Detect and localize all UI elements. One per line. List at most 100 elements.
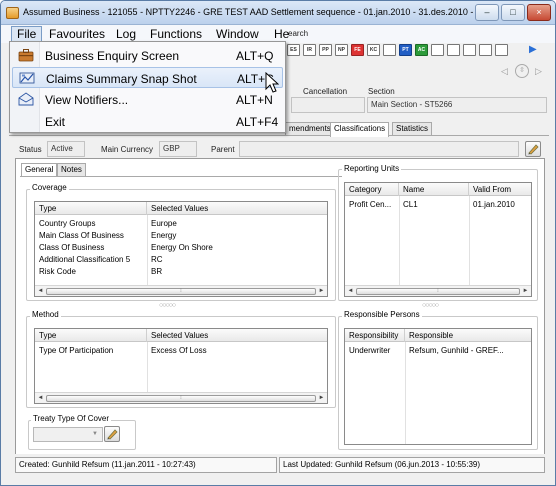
right-splitter-grip[interactable]: ○○○○○ [422,302,439,309]
menu-favourites[interactable]: Favourites [44,26,110,42]
tab-amendments[interactable]: mendments [285,122,335,136]
toolbar-np-button[interactable]: NP [335,44,348,56]
scroll-right-icon[interactable]: ► [521,287,530,296]
scroll-left-icon[interactable]: ◄ [36,394,45,403]
table-row[interactable]: Main Class Of Business Energy [35,230,327,242]
main-currency-label: Main Currency [101,145,154,154]
method-col-values[interactable]: Selected Values [147,329,327,342]
chevron-down-icon[interactable]: ▼ [92,431,98,437]
menu-item-exit[interactable]: Exit ALT+F4 [12,111,283,132]
coverage-hscrollbar[interactable]: ◄ ⁞ ► [35,285,327,296]
close-button[interactable]: × [527,4,551,21]
responsible-persons-grid[interactable]: Responsibility Responsible Underwriter R… [344,328,532,445]
pencil-icon [107,429,118,440]
left-splitter-grip[interactable]: ○○○○○ [159,302,176,309]
menu-item-business-enquiry[interactable]: Business Enquiry Screen ALT+Q [12,45,283,66]
table-row[interactable]: Profit Cen... CL1 01.jan.2010 [345,199,531,211]
nav-next-icon[interactable]: ▷ [535,66,542,77]
toolbar-ir-button[interactable]: IR [303,44,316,56]
created-info: Created: Gunhild Refsum (11.jan.2011 - 1… [15,457,277,473]
scroll-thumb[interactable]: ⁞ [46,395,316,402]
scroll-left-icon[interactable]: ◄ [346,287,355,296]
menu-item-shortcut: ALT+F4 [236,115,279,129]
method-col-type[interactable]: Type [35,329,147,342]
table-row[interactable]: Underwriter Refsum, Gunhild - GREF... [345,345,531,357]
coverage-col-values[interactable]: Selected Values [147,202,327,215]
coverage-type-cell: Risk Code [39,267,76,276]
table-row[interactable]: Class Of Business Energy On Shore [35,242,327,254]
ru-hscrollbar[interactable]: ◄ ⁞ ► [345,285,531,296]
table-row[interactable]: Additional Classification 5 RC [35,254,327,266]
toolbar-ac-button[interactable]: AC [415,44,428,56]
table-row[interactable]: Risk Code BR [35,266,327,278]
toolbar-pt-button[interactable]: PT [399,44,412,56]
coverage-grid[interactable]: Type Selected Values Country Groups Euro… [34,201,328,297]
cancellation-field [291,97,365,113]
table-row[interactable]: Type Of Participation Excess Of Loss [35,345,327,357]
footer: Created: Gunhild Refsum (11.jan.2011 - 1… [1,454,555,485]
toolbar-es-button[interactable]: ES [287,44,300,56]
toolbar-doc-icon-2[interactable] [447,44,460,56]
menu-item-view-notifiers[interactable]: View Notifiers... ALT+N [12,89,283,110]
search-label[interactable]: earch [288,29,308,38]
rp-responsible-cell: Refsum, Gunhild - GREF... [409,346,504,355]
table-row[interactable]: Country Groups Europe [35,218,327,230]
reporting-units-header: Category Name Valid From [345,183,531,196]
scroll-right-icon[interactable]: ► [317,287,326,296]
ru-name-cell: CL1 [403,200,418,209]
status-label: Status [19,145,42,154]
window-title: Assumed Business - 121055 - NPTTY2246 - … [23,7,496,17]
menu-item-shortcut: ALT+N [236,93,273,107]
scroll-thumb[interactable]: ⁞ [356,288,520,295]
coverage-grid-header: Type Selected Values [35,202,327,215]
method-grid[interactable]: Type Selected Values Type Of Participati… [34,328,328,404]
toolbar-doc-icon-5[interactable] [495,44,508,56]
menu-item-label: View Notifiers... [45,93,129,107]
reporting-units-grid[interactable]: Category Name Valid From Profit Cen... C… [344,182,532,297]
menu-log[interactable]: Log [111,26,141,42]
toolbar-fe-button[interactable]: FE [351,44,364,56]
scroll-left-icon[interactable]: ◄ [36,287,45,296]
title-bar[interactable]: Assumed Business - 121055 - NPTTY2246 - … [1,1,555,25]
menu-functions[interactable]: Functions [145,26,207,42]
tab-statistics[interactable]: Statistics [392,122,433,136]
mouse-cursor-icon [265,72,279,93]
toolbar-play-icon[interactable]: ▶ [529,44,537,55]
coverage-col-type[interactable]: Type [35,202,147,215]
scroll-thumb[interactable]: ⁞ [46,288,316,295]
tab-general[interactable]: General [21,163,58,176]
edit-treaty-type-button[interactable] [104,426,120,442]
menu-item-label: Claims Summary Snap Shot [46,72,197,86]
coverage-title: Coverage [30,183,69,192]
nav-prev-icon[interactable]: ◁ [501,66,508,77]
maximize-button[interactable]: □ [501,4,525,21]
tab-classifications[interactable]: Classifications [330,122,390,137]
menu-window[interactable]: Window [211,26,264,42]
toolbar-pp-button[interactable]: PP [319,44,332,56]
ru-col-category[interactable]: Category [345,183,399,196]
pencil-icon [528,144,539,155]
menu-file[interactable]: File [11,26,43,42]
coverage-type-cell: Additional Classification 5 [39,255,131,264]
parent-field [239,141,519,157]
ru-col-name[interactable]: Name [399,183,469,196]
edit-parent-button[interactable] [525,141,541,157]
rp-col-responsibility[interactable]: Responsibility [345,329,405,342]
minimize-button[interactable]: – [475,4,499,21]
status-row: Status Active Main Currency GBP Parent [1,139,555,159]
toolbar-users-icon[interactable] [383,44,396,56]
nav-updown-icon[interactable]: ⇳ [515,64,529,78]
scroll-right-icon[interactable]: ► [317,394,326,403]
tab-notes[interactable]: Notes [57,163,86,176]
ru-col-valid-from[interactable]: Valid From [469,183,531,196]
toolbar-doc-icon-4[interactable] [479,44,492,56]
menu-item-label: Exit [45,115,66,129]
rp-col-responsible[interactable]: Responsible [405,329,531,342]
toolbar-doc-icon-1[interactable] [431,44,444,56]
toolbar-doc-icon-3[interactable] [463,44,476,56]
menu-item-claims-snapshot[interactable]: Claims Summary Snap Shot ALT+C [12,67,283,88]
coverage-type-cell: Class Of Business [39,243,105,252]
toolbar-kc-button[interactable]: KC [367,44,380,56]
responsible-persons-title: Responsible Persons [342,310,422,319]
method-hscrollbar[interactable]: ◄ ⁞ ► [35,392,327,403]
